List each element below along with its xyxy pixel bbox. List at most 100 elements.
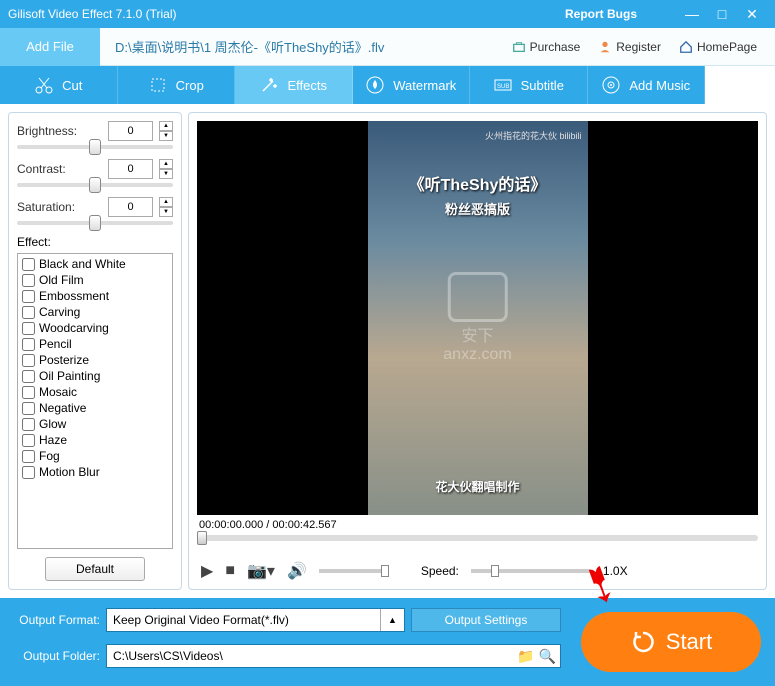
volume-slider[interactable] bbox=[319, 569, 389, 573]
effect-section-label: Effect: bbox=[17, 235, 173, 249]
effect-checkbox[interactable] bbox=[22, 354, 35, 367]
snapshot-button[interactable]: 📷▾ bbox=[247, 561, 275, 581]
brightness-down[interactable]: ▼ bbox=[159, 131, 173, 141]
saturation-down[interactable]: ▼ bbox=[159, 207, 173, 217]
crop-icon bbox=[148, 75, 168, 95]
maximize-button[interactable]: □ bbox=[707, 6, 737, 22]
effect-checkbox[interactable] bbox=[22, 402, 35, 415]
user-icon bbox=[598, 40, 612, 54]
brightness-input[interactable] bbox=[108, 121, 153, 141]
play-button[interactable]: ▶ bbox=[201, 561, 213, 581]
effect-item[interactable]: Old Film bbox=[20, 272, 170, 288]
tab-subtitle[interactable]: SUB Subtitle bbox=[470, 66, 588, 104]
saturation-label: Saturation: bbox=[17, 200, 102, 214]
effect-checkbox[interactable] bbox=[22, 258, 35, 271]
scissors-icon bbox=[34, 75, 54, 95]
top-toolbar: Add File D:\桌面\说明书\1 周杰伦-《听TheShy的话》.flv… bbox=[0, 28, 775, 66]
effect-name: Motion Blur bbox=[39, 465, 100, 479]
effect-checkbox[interactable] bbox=[22, 386, 35, 399]
effect-checkbox[interactable] bbox=[22, 290, 35, 303]
output-settings-button[interactable]: Output Settings bbox=[411, 608, 561, 632]
effect-checkbox[interactable] bbox=[22, 370, 35, 383]
contrast-slider[interactable] bbox=[17, 183, 173, 187]
effect-name: Mosaic bbox=[39, 385, 77, 399]
effect-item[interactable]: Pencil bbox=[20, 336, 170, 352]
effect-checkbox[interactable] bbox=[22, 338, 35, 351]
minimize-button[interactable]: — bbox=[677, 6, 707, 22]
effect-item[interactable]: Carving bbox=[20, 304, 170, 320]
tab-watermark[interactable]: Watermark bbox=[353, 66, 471, 104]
start-button[interactable]: Start bbox=[581, 612, 761, 672]
effect-item[interactable]: Mosaic bbox=[20, 384, 170, 400]
saturation-input[interactable] bbox=[108, 197, 153, 217]
effect-item[interactable]: Embossment bbox=[20, 288, 170, 304]
brightness-label: Brightness: bbox=[17, 124, 102, 138]
brightness-up[interactable]: ▲ bbox=[159, 121, 173, 131]
effect-checkbox[interactable] bbox=[22, 322, 35, 335]
effect-checkbox[interactable] bbox=[22, 274, 35, 287]
effect-checkbox[interactable] bbox=[22, 306, 35, 319]
volume-icon[interactable]: 🔊 bbox=[287, 561, 307, 581]
purchase-link[interactable]: Purchase bbox=[512, 40, 581, 54]
speed-slider[interactable] bbox=[471, 569, 591, 573]
search-icon[interactable]: 🔍 bbox=[539, 648, 556, 665]
contrast-input[interactable] bbox=[108, 159, 153, 179]
video-overlay-title: 《听TheShy的话》 bbox=[368, 171, 588, 195]
subtitle-icon: SUB bbox=[493, 75, 513, 95]
effect-name: Carving bbox=[39, 305, 80, 319]
effect-item[interactable]: Posterize bbox=[20, 352, 170, 368]
default-button[interactable]: Default bbox=[45, 557, 145, 581]
contrast-up[interactable]: ▲ bbox=[159, 159, 173, 169]
wand-icon bbox=[259, 75, 279, 95]
effect-item[interactable]: Fog bbox=[20, 448, 170, 464]
effect-name: Pencil bbox=[39, 337, 72, 351]
progress-slider[interactable] bbox=[197, 535, 758, 541]
homepage-link[interactable]: HomePage bbox=[679, 40, 757, 54]
effect-item[interactable]: Woodcarving bbox=[20, 320, 170, 336]
contrast-down[interactable]: ▼ bbox=[159, 169, 173, 179]
saturation-up[interactable]: ▲ bbox=[159, 197, 173, 207]
bottom-bar: Output Format: Keep Original Video Forma… bbox=[0, 598, 775, 686]
close-button[interactable]: ✕ bbox=[737, 6, 767, 23]
effect-item[interactable]: Glow bbox=[20, 416, 170, 432]
report-bugs-link[interactable]: Report Bugs bbox=[565, 7, 637, 21]
brightness-slider[interactable] bbox=[17, 145, 173, 149]
stop-button[interactable]: ■ bbox=[225, 562, 235, 580]
dropdown-icon: ▲ bbox=[380, 609, 404, 631]
effect-item[interactable]: Motion Blur bbox=[20, 464, 170, 480]
effect-item[interactable]: Negative bbox=[20, 400, 170, 416]
video-overlay-subtitle: 粉丝恶搞版 bbox=[368, 199, 588, 218]
tab-crop[interactable]: Crop bbox=[118, 66, 236, 104]
svg-text:SUB: SUB bbox=[497, 84, 509, 90]
folder-icon[interactable]: 📁 bbox=[517, 648, 534, 665]
app-title: Gilisoft Video Effect 7.1.0 (Trial) bbox=[8, 7, 177, 21]
effect-name: Fog bbox=[39, 449, 60, 463]
titlebar: Gilisoft Video Effect 7.1.0 (Trial) Repo… bbox=[0, 0, 775, 28]
file-path-display: D:\桌面\说明书\1 周杰伦-《听TheShy的话》.flv bbox=[100, 37, 512, 56]
effect-checkbox[interactable] bbox=[22, 466, 35, 479]
watermark-overlay: 安下 anxz.com bbox=[443, 272, 511, 364]
time-display: 00:00:00.000 / 00:00:42.567 bbox=[197, 515, 758, 535]
effect-name: Haze bbox=[39, 433, 67, 447]
effect-name: Posterize bbox=[39, 353, 89, 367]
video-preview: 火州指花的花大伙 bilibili 《听TheShy的话》 粉丝恶搞版 安下 a… bbox=[197, 121, 758, 515]
effect-item[interactable]: Black and White bbox=[20, 256, 170, 272]
effect-checkbox[interactable] bbox=[22, 418, 35, 431]
add-file-button[interactable]: Add File bbox=[0, 28, 100, 66]
effect-list[interactable]: Black and WhiteOld FilmEmbossmentCarving… bbox=[17, 253, 173, 549]
register-link[interactable]: Register bbox=[598, 40, 661, 54]
effect-checkbox[interactable] bbox=[22, 450, 35, 463]
output-folder-label: Output Folder: bbox=[14, 649, 100, 663]
tab-cut[interactable]: Cut bbox=[0, 66, 118, 104]
tab-effects[interactable]: Effects bbox=[235, 66, 353, 104]
effect-item[interactable]: Haze bbox=[20, 432, 170, 448]
tab-add-music[interactable]: Add Music bbox=[588, 66, 706, 104]
effect-checkbox[interactable] bbox=[22, 434, 35, 447]
cart-icon bbox=[512, 40, 526, 54]
effect-item[interactable]: Oil Painting bbox=[20, 368, 170, 384]
output-folder-input[interactable]: C:\Users\CS\Videos\ 📁 🔍 bbox=[106, 644, 561, 668]
output-format-select[interactable]: Keep Original Video Format(*.flv) ▲ bbox=[106, 608, 405, 632]
speed-label: Speed: bbox=[421, 564, 459, 578]
refresh-icon bbox=[630, 629, 656, 655]
saturation-slider[interactable] bbox=[17, 221, 173, 225]
